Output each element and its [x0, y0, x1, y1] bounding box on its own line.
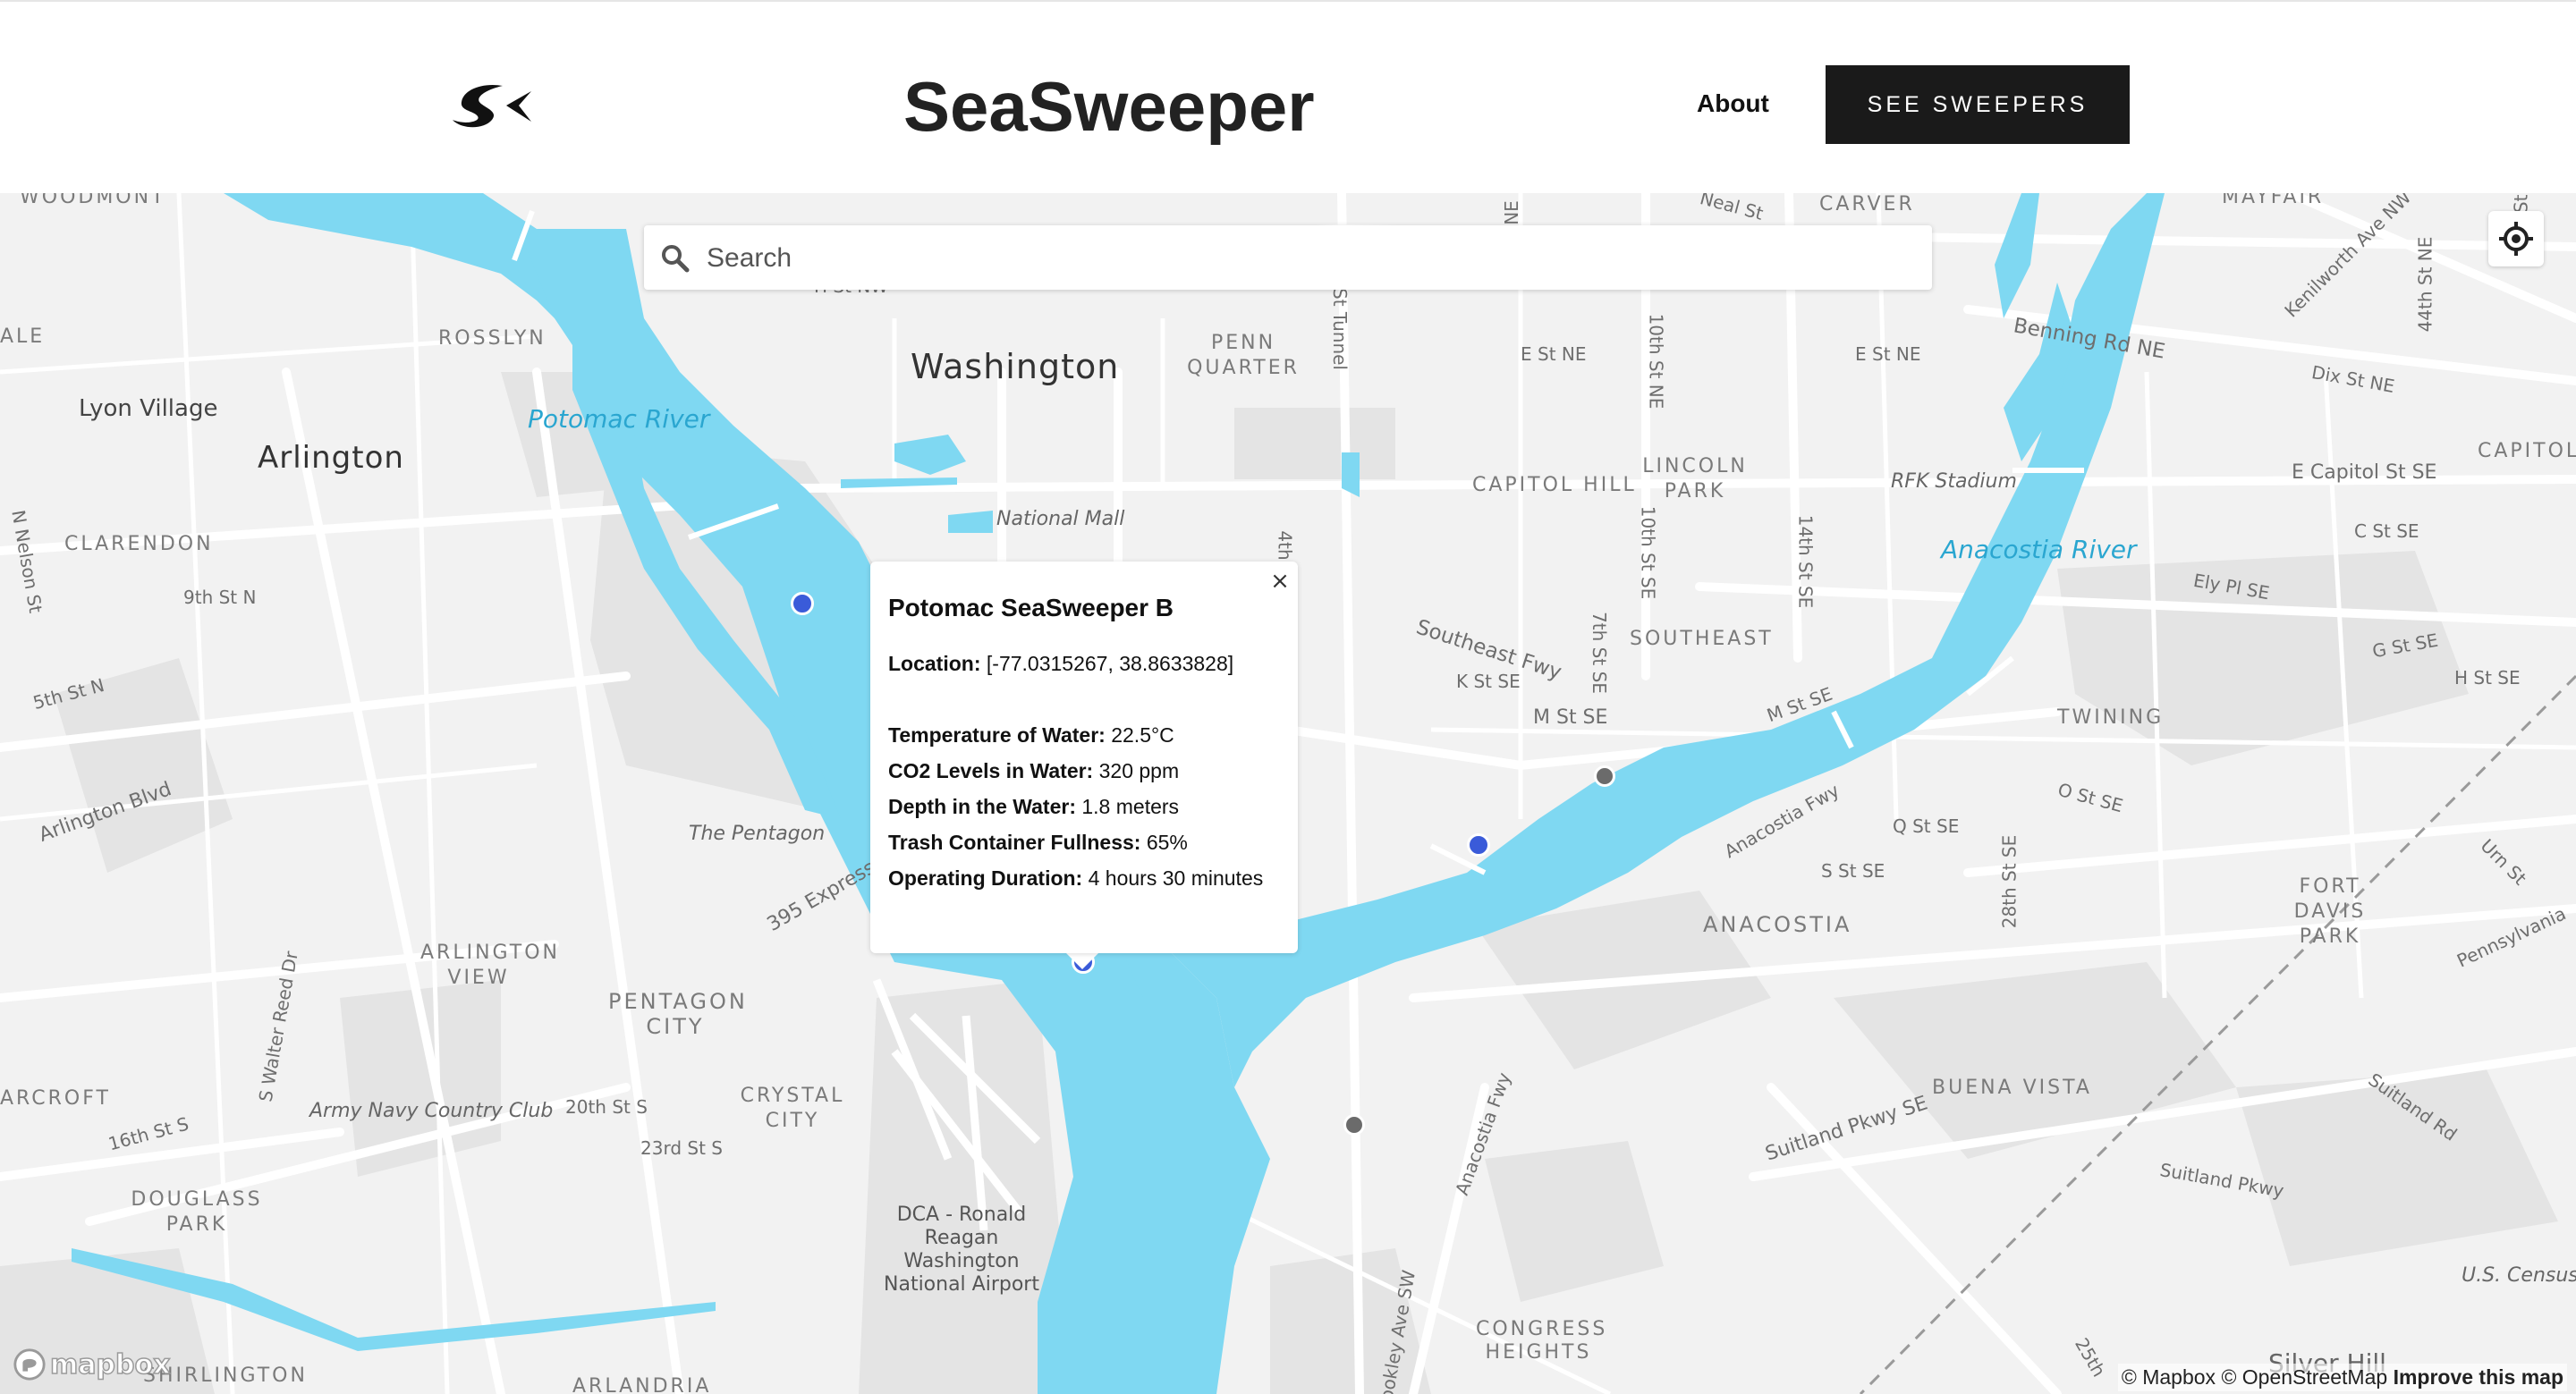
map-label-buena-vista: BUENA VISTA	[1932, 1077, 2092, 1099]
seasweeper-logo-icon[interactable]	[447, 80, 533, 131]
map-label-14th-st-se: 14th St SE	[1794, 514, 1817, 609]
marker-potomac-north[interactable]	[791, 592, 814, 615]
map-label-s-st: S St SE	[1821, 860, 1885, 882]
map-label-us-census: U.S. Census	[2462, 1264, 2576, 1287]
co2-label: CO2 Levels in Water:	[888, 759, 1094, 782]
map-label-k-st: K St SE	[1456, 671, 1521, 692]
map-label-capitol-v: CAPITOL V	[2478, 440, 2576, 462]
map-label-q-st: Q St SE	[1893, 815, 1960, 837]
map-label-douglass-park: DOUGLASS PARK	[131, 1188, 263, 1236]
map-attribution: © Mapbox © OpenStreetMap Improve this ma…	[2117, 1364, 2567, 1391]
map-label-army-navy: Army Navy Country Club	[309, 1100, 554, 1122]
marker-south[interactable]	[1343, 1114, 1365, 1136]
map-label-arlington: Arlington	[258, 440, 404, 476]
map-label-lyon-village: Lyon Village	[79, 395, 218, 422]
about-link[interactable]: About	[1697, 89, 1769, 118]
map-label-carver: CARVER	[1819, 193, 1915, 215]
improve-map-link[interactable]: Improve this map	[2394, 1365, 2563, 1389]
map-label-7th-st-se: 7th St SE	[1588, 612, 1610, 694]
map-label-st-tunnel: St Tunnel	[1328, 288, 1351, 370]
mapbox-logo-icon	[13, 1348, 46, 1381]
map-label-southeast: SOUTHEAST	[1630, 628, 1774, 650]
map-label-10th-st-se: 10th St SE	[1637, 505, 1659, 600]
map-label-23rd-st: 23rd St S	[640, 1137, 723, 1159]
map-label-rfk-stadium: RFK Stadium	[1891, 470, 2017, 493]
map-label-pentagon-city: PENTAGON CITY	[608, 989, 748, 1039]
sweeper-info-popup: × Potomac SeaSweeper B Location: [-77.03…	[870, 562, 1298, 953]
trash-label: Trash Container Fullness:	[888, 831, 1141, 854]
map-label-washington: Washington	[911, 347, 1120, 386]
map-label-44th-st: 44th St NE	[2414, 236, 2436, 333]
popup-close-button[interactable]: ×	[1262, 562, 1298, 601]
mapbox-attribution-link[interactable]: © Mapbox	[2122, 1365, 2216, 1389]
popup-depth-row: Depth in the Water: 1.8 meters	[888, 789, 1280, 824]
search-icon	[662, 245, 690, 273]
map-label-mayfair: MAYFAIR	[2222, 193, 2325, 208]
map-label-rosslyn: ROSSLYN	[438, 327, 547, 350]
map-label-fort-davis: FORT DAVIS PARK	[2293, 875, 2367, 948]
map-label-dca-airport: DCA - Ronald Reagan Washington National …	[884, 1204, 1039, 1296]
marker-anacostia[interactable]	[1467, 833, 1490, 857]
mapbox-logo-text: mapbox	[49, 1348, 171, 1381]
map-label-e-st-ne-2: E St NE	[1855, 343, 1921, 365]
map-label-woodmont: WOODMONT	[20, 193, 166, 208]
co2-value: 320 ppm	[1093, 759, 1180, 782]
map-label-twining: TWINING	[2057, 706, 2165, 729]
map-label-capitol-hill: CAPITOL HILL	[1472, 474, 1637, 496]
map-label-9th-st: 9th St N	[183, 587, 257, 608]
map-search-box	[644, 225, 1932, 291]
geolocate-button[interactable]	[2488, 211, 2544, 266]
popup-location-row: Location: [-77.0315267, 38.8633828]	[888, 646, 1280, 681]
map-label-pentagon: The Pentagon	[689, 823, 826, 845]
map-label-10th-st-ne: 10th St NE	[1645, 313, 1667, 410]
map-label-ale: ALE	[0, 325, 46, 348]
location-value: [-77.0315267, 38.8633828]	[980, 652, 1234, 675]
map-label-h-st-se: H St SE	[2454, 667, 2521, 689]
map-label-arlington-view: ARLINGTON VIEW	[420, 942, 561, 989]
map-canvas[interactable]: WOODMONT ALE ROSSLYN Lyon Village Arling…	[0, 193, 2576, 1394]
map-label-crystal-city: CRYSTAL CITY	[740, 1085, 845, 1132]
crosshair-icon	[2499, 222, 2533, 256]
popup-title: Potomac SeaSweeper B	[888, 594, 1174, 621]
map-label-congress-heights: CONGRESS HEIGHTS	[1476, 1318, 1608, 1364]
map-label-clarendon: CLARENDON	[64, 533, 214, 555]
popup-temperature-row: Temperature of Water: 22.5°C	[888, 717, 1280, 753]
location-label: Location:	[888, 652, 981, 675]
map-label-m-st: M St SE	[1533, 706, 1608, 729]
map-label-e-st-ne-1: E St NE	[1521, 343, 1587, 365]
map-label-arlandria: ARLANDRIA	[572, 1375, 712, 1394]
popup-trash-row: Trash Container Fullness: 65%	[888, 824, 1280, 860]
depth-value: 1.8 meters	[1075, 795, 1180, 818]
trash-value: 65%	[1140, 831, 1188, 854]
mapbox-logo[interactable]: mapbox	[13, 1347, 171, 1382]
map-label-4th: 4th	[1274, 530, 1296, 561]
map-label-20th-st: 20th St S	[565, 1096, 648, 1118]
popup-duration-row: Operating Duration: 4 hours 30 minutes	[888, 860, 1280, 896]
temperature-label: Temperature of Water:	[888, 723, 1106, 747]
search-input[interactable]	[705, 225, 1907, 291]
map-label-potomac-river: Potomac River	[528, 404, 710, 434]
map-label-c-st: C St SE	[2354, 520, 2419, 542]
temperature-value: 22.5°C	[1105, 723, 1174, 747]
duration-value: 4 hours 30 minutes	[1082, 866, 1264, 890]
map-label-anacostia-river: Anacostia River	[1941, 535, 2137, 564]
map-label-ne: NE	[1500, 200, 1522, 225]
map-label-lincoln-park: LINCOLN PARK	[1642, 455, 1748, 503]
site-header: SeaSweeper About SEE SWEEPERS	[0, 0, 2576, 193]
map-label-e-capitol: E Capitol St SE	[2292, 461, 2437, 484]
see-sweepers-button[interactable]: SEE SWEEPERS	[1826, 65, 2130, 144]
map-label-national-mall: National Mall	[996, 508, 1125, 530]
map-label-arcroft: ARCROFT	[0, 1087, 111, 1110]
map-label-penn-quarter: PENN QUARTER	[1187, 332, 1300, 379]
duration-label: Operating Duration:	[888, 866, 1083, 890]
popup-co2-row: CO2 Levels in Water: 320 ppm	[888, 753, 1280, 789]
popup-tip	[1064, 951, 1100, 969]
brand-title: SeaSweeper	[903, 67, 1315, 146]
osm-attribution-link[interactable]: © OpenStreetMap	[2221, 1365, 2387, 1389]
map-label-anacostia: ANACOSTIA	[1703, 912, 1852, 937]
marker-navy-yard[interactable]	[1594, 765, 1615, 787]
map-label-28th-st: 28th St SE	[1998, 834, 2021, 929]
depth-label: Depth in the Water:	[888, 795, 1076, 818]
